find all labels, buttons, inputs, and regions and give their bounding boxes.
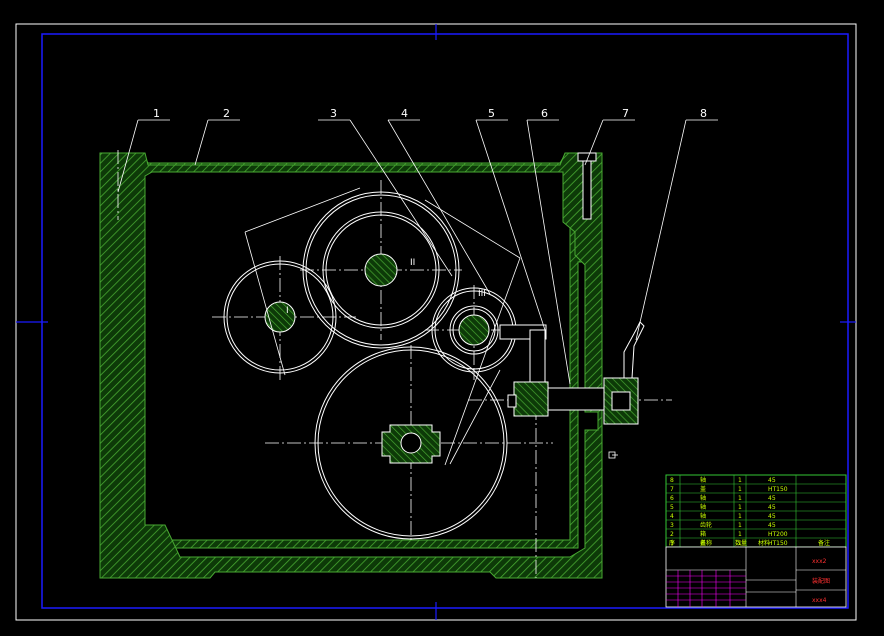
header-no: 序 — [669, 539, 675, 547]
shaft-sections — [264, 253, 490, 464]
parts-cell-material: 45 — [768, 477, 776, 484]
parts-cell-qty: 1 — [738, 531, 742, 538]
title-block: xxx2 装配图 xxx4 — [665, 546, 847, 608]
parts-cell-no: 3 — [670, 522, 674, 529]
shaft-label-2: II — [410, 258, 415, 268]
callout-5: 5 — [488, 107, 495, 120]
title-code-bottom: xxx4 — [812, 597, 827, 604]
title-drawing-name: 装配图 — [812, 577, 830, 585]
parts-cell-qty: 1 — [738, 486, 742, 493]
parts-table: 8 轴 1 45 7 盖 1 HT150 6 轴 1 45 5 轴 1 45 4 轴 1 45 3 齿轮 1 45 2 箱 1 HT2… — [665, 474, 847, 548]
housing — [101, 152, 591, 549]
parts-cell-no: 4 — [670, 513, 674, 520]
parts-cell-material: 45 — [768, 495, 776, 502]
parts-cell-no: 6 — [670, 495, 674, 502]
parts-cell-qty: 1 — [738, 522, 742, 529]
parts-cell-material: 45 — [768, 522, 776, 529]
parts-cell-no: 7 — [670, 486, 674, 493]
dimension-lines — [244, 187, 618, 466]
parts-cell-qty: 1 — [738, 504, 742, 511]
callout-2: 2 — [223, 107, 230, 120]
callout-1: 1 — [153, 107, 160, 120]
header-qty: 数量 — [735, 539, 747, 547]
parts-cell-no: 5 — [670, 504, 674, 511]
gears — [223, 191, 517, 540]
parts-cell-name: 齿轮 — [700, 521, 712, 529]
callout-3: 3 — [330, 107, 337, 120]
parts-cell-no: 8 — [670, 477, 674, 484]
parts-cell-name: 轴 — [700, 512, 706, 520]
title-code-top: xxx2 — [812, 558, 827, 565]
callout-labels: 1 2 3 4 5 6 7 8 — [153, 107, 707, 120]
parts-cell-qty: 1 — [738, 513, 742, 520]
callout-8: 8 — [700, 107, 707, 120]
parts-cell-qty: 1 — [738, 495, 742, 502]
parts-cell-qty: 1 — [738, 477, 742, 484]
parts-cell-name: 轴 — [700, 494, 706, 502]
shaft-label-3: III — [478, 289, 486, 299]
parts-cell-name: 盖 — [700, 485, 706, 493]
header-name: 名称 — [700, 539, 712, 547]
parts-cell-material: 45 — [768, 513, 776, 520]
shaft-label-1: I — [286, 306, 289, 316]
parts-cell-name: 轴 — [700, 503, 706, 511]
parts-cell-material: 45 — [768, 504, 776, 511]
parts-cell-material: HT150 — [768, 486, 788, 493]
assembly-drawing: 1 2 3 4 5 6 7 8 I II III 8 轴 1 457 盖 1 HT1506 轴… — [15, 23, 857, 621]
parts-cell-no: 2 — [670, 531, 674, 538]
callout-6: 6 — [541, 107, 548, 120]
callout-7: 7 — [622, 107, 629, 120]
callout-4: 4 — [401, 107, 408, 120]
parts-cell-name: 箱 — [700, 530, 706, 538]
parts-cell-material: HT150 — [768, 540, 788, 547]
header-material: 材料 — [758, 539, 770, 547]
header-note: 备注 — [818, 539, 830, 547]
parts-cell-material: HT200 — [768, 531, 788, 538]
parts-cell-name: 轴 — [700, 476, 706, 484]
